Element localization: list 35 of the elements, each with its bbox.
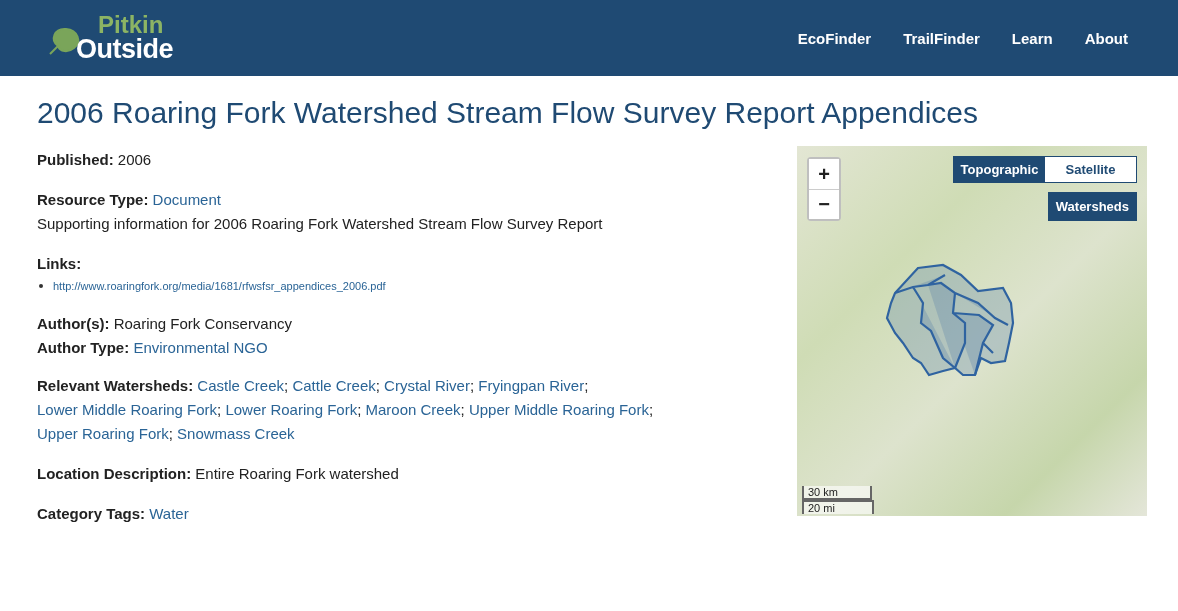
nav-link[interactable]: TrailFinder [903,29,980,47]
scale-bar-imperial: 20 mi [802,500,874,514]
watershed-link[interactable]: Cattle Creek [292,377,376,394]
nav-link[interactable]: About [1084,29,1128,47]
nav-link[interactable]: Learn [1011,29,1053,47]
location-field: Location Description: Entire Roaring Fork watershed [37,462,767,486]
watershed-link[interactable]: Upper Middle Roaring Fork [468,401,649,418]
base-layer-toggle[interactable]: Satellite [1045,157,1136,182]
watershed-link[interactable]: Crystal River [384,377,470,394]
category-link[interactable]: Water [149,505,189,522]
resource-type-field: Resource Type: Document [37,188,767,212]
nav-link[interactable]: EcoFinder [797,29,872,47]
watersheds-field: Relevant Watersheds: Castle Creek; Cattle Creek; Crystal River; Fryingpan River; Lower Middle Roaring Fork; Lower Roaring Fork; Maroon Creek; Upper Middle Roaring Fork; Upper Roaring Fork; Snowmass Creek [37,374,767,446]
watershed-link[interactable]: Upper Roaring Fork [37,425,169,442]
scale-bar-metric: 30 km [802,486,872,500]
watersheds-toggle[interactable]: Watersheds [1047,192,1137,221]
logo-text-bottom: Outside [76,36,173,63]
links-label: Links: [37,254,83,274]
watershed-link[interactable]: Maroon Creek [365,401,461,418]
authors-field: Author(s): Roaring Fork Conservancy [37,312,767,336]
bullet-icon [39,284,43,288]
site-logo[interactable]: Pitkin Outside [48,13,173,63]
author-type-link[interactable]: Environmental NGO [133,339,268,356]
watershed-link[interactable]: Snowmass Creek [177,425,295,442]
page-title: 2006 Roaring Fork Watershed Stream Flow Survey Report Appendices [37,96,979,130]
published-field: Published: 2006 [37,148,767,172]
description-text: Supporting information for 2006 Roaring Fork Watershed Stream Flow Survey Report [37,214,604,234]
document-link[interactable]: http://www.roaringfork.org/media/1681/rfwsfsr_appendices_2006.pdf [53,280,386,292]
category-field: Category Tags: Water [37,502,767,526]
logo-text-top: Pitkin [97,13,165,37]
base-layer-toggle[interactable]: Topographic [954,157,1045,182]
map-view[interactable]: + − Topographic Satellite Watersheds 30 km 20 mi [797,146,1147,516]
resource-type-link[interactable]: Document [152,191,221,208]
author-type-field: Author Type: Environmental NGO [37,336,767,360]
zoom-out-button[interactable]: − [809,189,839,219]
